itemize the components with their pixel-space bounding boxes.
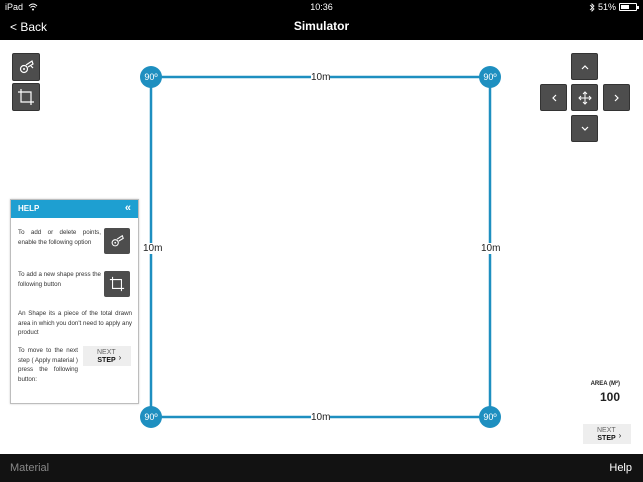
chevron-right-icon: › bbox=[618, 430, 622, 440]
battery-icon bbox=[619, 3, 639, 11]
pan-left-button[interactable] bbox=[540, 84, 567, 111]
area-label: AREA (M²) bbox=[590, 381, 620, 387]
pan-center-button[interactable] bbox=[571, 84, 598, 111]
help-title: HELP bbox=[18, 204, 40, 213]
chevron-left-icon bbox=[551, 94, 556, 101]
pointer-target-icon bbox=[19, 60, 34, 74]
chevron-down-icon bbox=[581, 126, 588, 131]
help-text-points: To add or delete points, enable the foll… bbox=[18, 229, 101, 246]
area-value: 100 bbox=[599, 390, 620, 404]
help-text-shape: To add a new shape press the following b… bbox=[18, 271, 101, 288]
help-header: HELP « bbox=[11, 200, 138, 218]
help-text-next: To move to the next step ( Apply materia… bbox=[18, 347, 78, 383]
shape-crop-icon bbox=[18, 89, 34, 105]
side-length-bottom: 10m bbox=[311, 412, 331, 423]
status-bar: iPad 10:36 51% bbox=[0, 0, 643, 14]
chevron-right-icon: › bbox=[118, 352, 122, 362]
side-length-right: 10m bbox=[481, 243, 501, 254]
corner-top-left[interactable]: 90º bbox=[140, 66, 162, 88]
move-icon bbox=[577, 90, 592, 105]
pan-up-button[interactable] bbox=[571, 53, 598, 80]
pan-down-button[interactable] bbox=[571, 115, 598, 142]
next-step-button[interactable]: NEXT STEP › bbox=[583, 424, 631, 444]
corner-top-right[interactable]: 90º bbox=[479, 66, 501, 88]
help-point-tool-icon bbox=[104, 228, 130, 254]
chevron-right-icon bbox=[614, 94, 619, 101]
collapse-help-button[interactable]: « bbox=[125, 202, 131, 214]
help-next-top: NEXT bbox=[97, 349, 116, 356]
status-right: 51% bbox=[589, 2, 639, 12]
nav-bar: < Back Simulator bbox=[0, 14, 643, 40]
help-text-shape-info: An Shape its a piece of the total drawn … bbox=[18, 310, 132, 336]
chevron-up-icon bbox=[581, 64, 588, 69]
pan-right-button[interactable] bbox=[603, 84, 630, 111]
side-length-left: 10m bbox=[143, 243, 163, 254]
next-step-bottom: STEP bbox=[597, 435, 616, 442]
help-panel: HELP « To add or delete points, enable t… bbox=[10, 199, 139, 404]
point-edit-button[interactable] bbox=[12, 53, 40, 81]
battery-percent: 51% bbox=[597, 2, 616, 12]
help-next-step-sample: NEXT STEP › bbox=[83, 346, 131, 366]
bottom-bar: Material Help bbox=[0, 454, 643, 482]
material-tab[interactable]: Material bbox=[10, 462, 49, 474]
page-title: Simulator bbox=[293, 19, 350, 33]
corner-bottom-left[interactable]: 90º bbox=[140, 406, 162, 428]
next-step-top: NEXT bbox=[597, 427, 616, 434]
add-shape-button[interactable] bbox=[12, 83, 40, 111]
status-time: 10:36 bbox=[310, 2, 333, 12]
battery-fill bbox=[621, 5, 630, 9]
bluetooth-icon bbox=[589, 2, 595, 12]
help-shape-tool-icon bbox=[104, 271, 130, 297]
help-next-bottom: STEP bbox=[97, 357, 116, 364]
help-tab[interactable]: Help bbox=[609, 462, 632, 474]
side-length-top: 10m bbox=[311, 72, 331, 83]
corner-bottom-right[interactable]: 90º bbox=[479, 406, 501, 428]
